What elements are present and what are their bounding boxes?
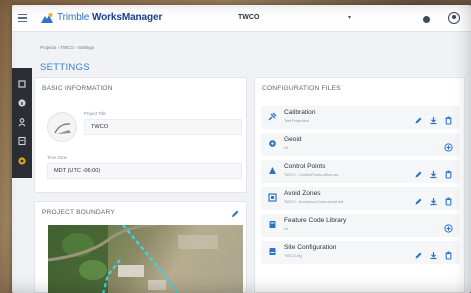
card-title: BASIC INFORMATION (42, 85, 113, 92)
edit-boundary-icon[interactable] (230, 206, 240, 217)
project-avatar[interactable] (47, 112, 77, 142)
config-item-file: n/f (284, 227, 289, 231)
config-item-file: n/f (284, 146, 289, 150)
files-icon[interactable] (17, 133, 27, 146)
delete-icon[interactable] (444, 112, 453, 125)
config-item-name: Control Points (284, 163, 326, 170)
download-icon[interactable] (429, 193, 438, 206)
settings-icon[interactable] (17, 153, 27, 165)
page-title: SETTINGS (40, 62, 90, 73)
project-selector[interactable]: TWCO (238, 14, 259, 21)
project-boundary-card: PROJECT BOUNDARY (34, 201, 247, 293)
download-icon[interactable] (429, 247, 438, 260)
card-title: PROJECT BOUNDARY (42, 209, 115, 216)
add-icon[interactable] (444, 220, 453, 233)
side-rail (12, 68, 32, 178)
menu-icon[interactable] (18, 14, 27, 23)
chevron-down-icon[interactable]: ▾ (348, 14, 351, 21)
config-item-feature-code-library[interactable]: Feature Code Library n/f (261, 214, 460, 237)
config-item-calibration[interactable]: Calibration Test Projection (261, 106, 460, 129)
triangle-icon (269, 167, 276, 174)
config-item-name: Calibration (284, 109, 316, 116)
time-zone-label: Time Zone (47, 155, 67, 160)
config-item-site-configuration[interactable]: Site Configuration TWCO.cfg (261, 241, 460, 264)
trimble-logo-icon (41, 13, 53, 23)
project-title-field[interactable]: TWCO (84, 119, 242, 135)
delete-icon[interactable] (444, 166, 453, 179)
satellite-icon (268, 112, 277, 121)
config-item-file: TWCO.cfg (284, 254, 302, 258)
app-logo-text: Trimble WorksManager (57, 12, 163, 23)
notification-icon[interactable] (423, 16, 430, 23)
edit-icon[interactable] (414, 166, 423, 178)
config-item-name: Feature Code Library (284, 217, 347, 224)
library-icon (269, 221, 276, 228)
edit-icon[interactable] (414, 112, 423, 124)
config-item-file: TWCO - AvoidanceZones.avoid.dxf (284, 200, 344, 204)
config-item-name: Site Configuration (284, 244, 337, 251)
basic-information-card: BASIC INFORMATION Project Title TWCO Tim… (34, 77, 247, 193)
delete-icon[interactable] (444, 247, 453, 260)
add-icon[interactable] (444, 139, 453, 152)
download-icon[interactable] (429, 112, 438, 125)
breadcrumb[interactable]: Projects › TWCO › Settings (40, 45, 94, 50)
delete-icon[interactable] (444, 193, 453, 206)
site-config-icon (269, 248, 276, 255)
layers-icon[interactable] (17, 76, 27, 88)
edit-icon[interactable] (414, 247, 423, 259)
config-item-name: Geoid (284, 136, 302, 143)
users-icon[interactable] (17, 114, 27, 127)
download-icon[interactable] (429, 166, 438, 179)
top-bar: Trimble WorksManager TWCO ▾ (12, 5, 471, 32)
info-icon[interactable] (17, 95, 27, 107)
project-title-label: Project Title (84, 111, 106, 116)
config-item-name: Avoid Zones (284, 190, 321, 197)
config-item-control-points[interactable]: Control Points TWCO - ControlPoints.offi… (261, 160, 460, 183)
edit-icon[interactable] (414, 193, 423, 205)
configuration-files-card: CONFIGURATION FILES Calibration Test Pro… (254, 77, 465, 293)
user-account-icon[interactable] (448, 12, 460, 24)
card-title: CONFIGURATION FILES (262, 85, 341, 92)
config-item-avoid-zones[interactable]: Avoid Zones TWCO - AvoidanceZones.avoid.… (261, 187, 460, 210)
config-item-geoid[interactable]: Geoid n/f (261, 133, 460, 156)
time-zone-field[interactable]: MDT (UTC -06:00) (47, 163, 242, 179)
globe-icon (269, 140, 276, 147)
app-window: Trimble WorksManager TWCO ▾ Projects › T… (12, 5, 471, 293)
boundary-map[interactable] (48, 225, 243, 293)
zone-icon (268, 193, 277, 202)
config-item-file: Test Projection (284, 119, 309, 123)
config-item-file: TWCO - ControlPoints.office.csv (284, 173, 339, 177)
